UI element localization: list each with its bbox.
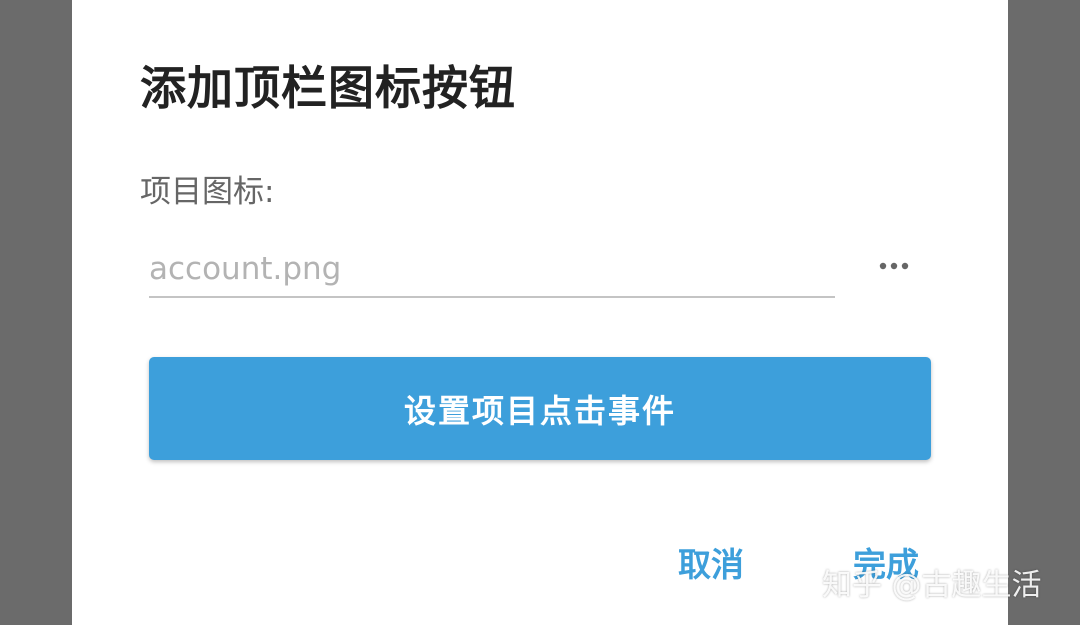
item-icon-input[interactable] [149, 244, 835, 294]
more-options-button[interactable] [868, 246, 920, 286]
cancel-button[interactable]: 取消 [678, 538, 744, 586]
more-horizontal-icon [879, 262, 909, 270]
done-button[interactable]: 完成 [853, 538, 919, 586]
item-icon-input-container [149, 244, 835, 298]
dialog-title: 添加顶栏图标按钮 [140, 61, 516, 115]
item-icon-label: 项目图标: [140, 174, 275, 210]
add-topbar-icon-dialog: 添加顶栏图标按钮 项目图标: 设置项目点击事件 取消 完成 [72, 0, 1008, 640]
set-click-event-button[interactable]: 设置项目点击事件 [149, 357, 931, 460]
